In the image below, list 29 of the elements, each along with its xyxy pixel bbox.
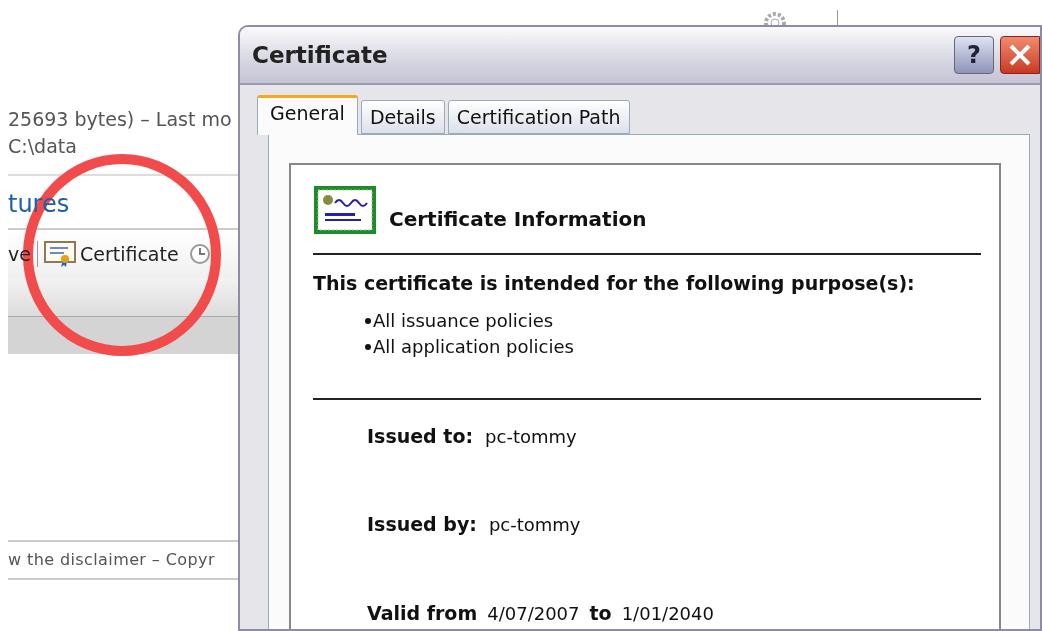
certificate-icon [313, 185, 377, 235]
close-icon [1008, 43, 1032, 67]
purpose-item: All application policies [373, 334, 574, 359]
clock-icon[interactable] [188, 242, 211, 266]
bullet-icon [365, 317, 371, 324]
tab[interactable]: Certification Path [447, 100, 630, 134]
help-button[interactable]: ? [954, 36, 994, 74]
tab[interactable]: General [257, 95, 358, 135]
tab[interactable]: Details [360, 100, 445, 134]
date-value: 1/01/2040 [621, 601, 714, 626]
bullet-icon [365, 343, 371, 350]
certificate-information-heading: Certificate Information [389, 206, 647, 233]
purpose-heading: This certificate is intended for the following purpose(s): [313, 271, 916, 296]
footer-text: w the disclaimer – Copyr [8, 549, 215, 571]
field-value: pc-tommy [485, 424, 577, 449]
validity-label: to [589, 600, 612, 626]
validity-label: Valid from [367, 600, 478, 626]
toolbar-button[interactable]: Certificate [43, 239, 179, 269]
window-title: Certificate [252, 40, 389, 70]
path-text: C:\data [8, 134, 77, 159]
date-value: 4/07/2007 [487, 601, 580, 626]
gear-icon[interactable] [762, 10, 788, 26]
purpose-item: All issuance policies [373, 308, 554, 333]
field-label: Issued by: [367, 512, 477, 537]
certificate-icon [43, 240, 76, 268]
close-button[interactable] [1000, 36, 1040, 74]
file-info-text: 25693 bytes) – Last mo [8, 107, 232, 132]
field-label: Issued to: [367, 423, 474, 449]
field-value: pc-tommy [488, 513, 581, 537]
